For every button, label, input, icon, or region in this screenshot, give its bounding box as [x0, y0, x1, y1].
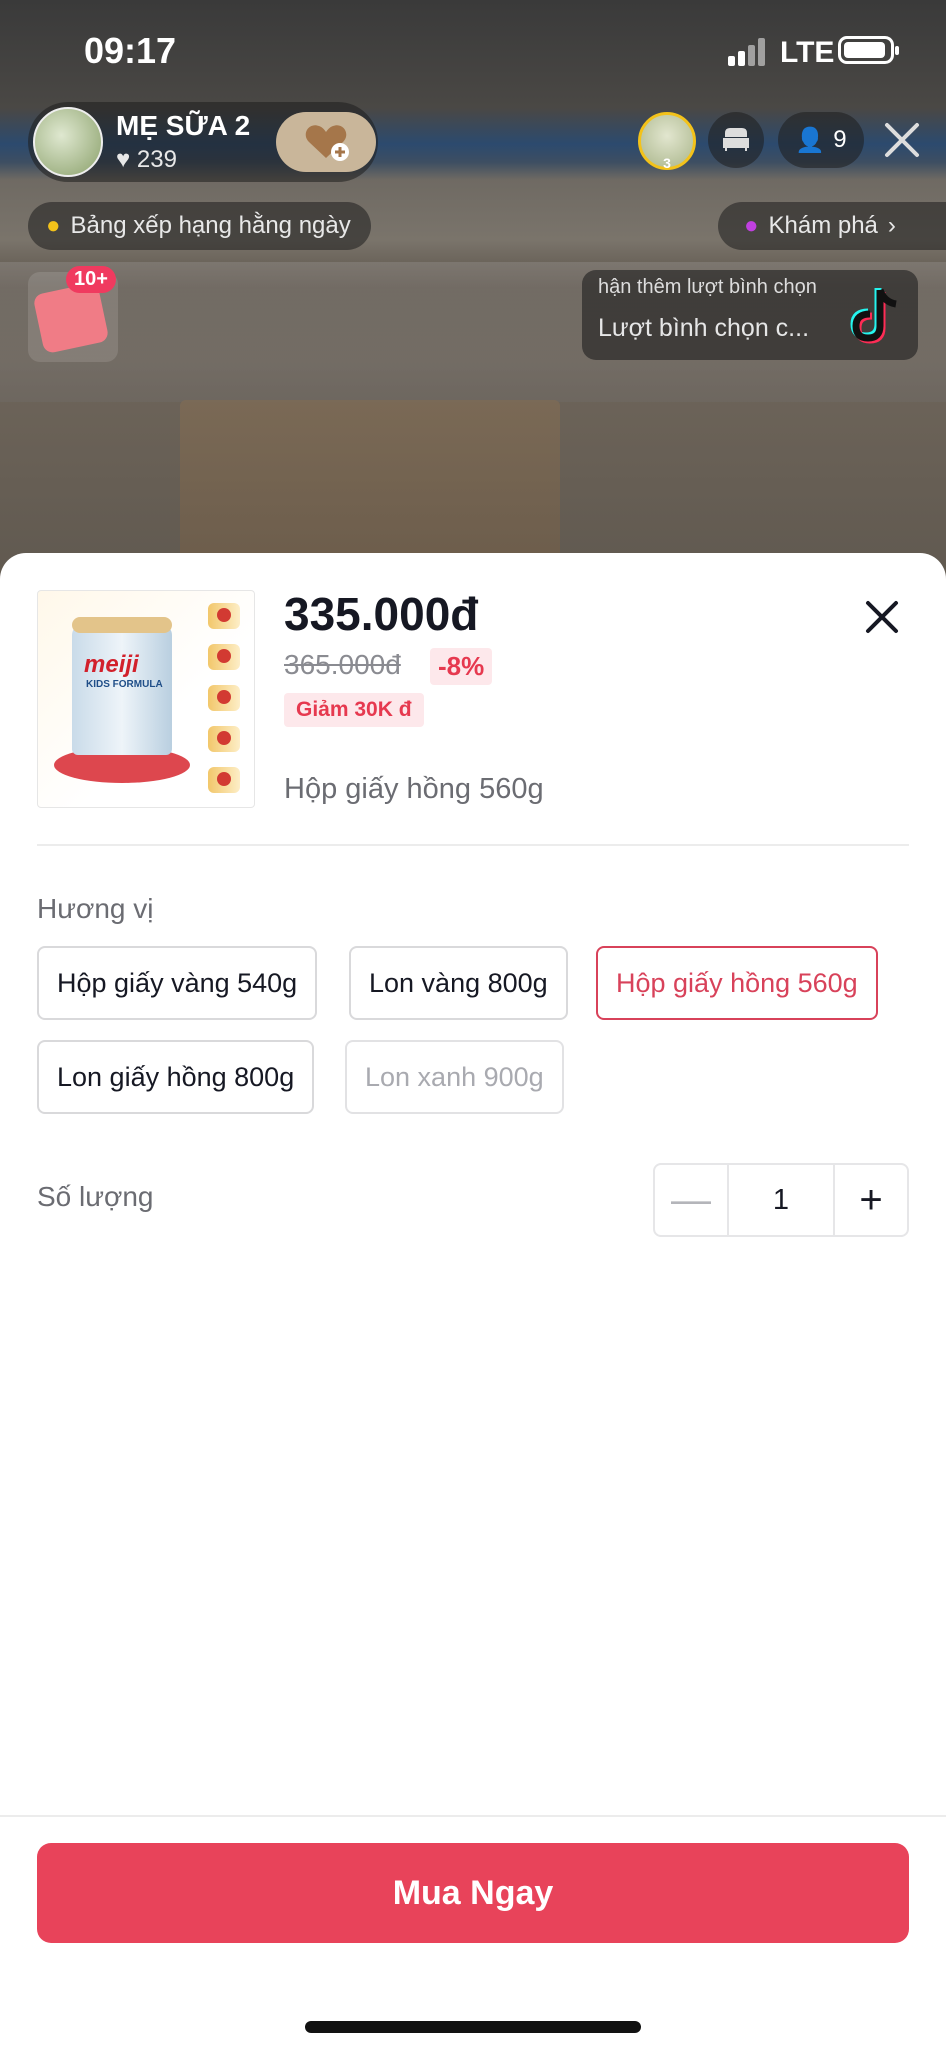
- follow-button[interactable]: [276, 112, 376, 172]
- flavor-option[interactable]: Hộp giấy vàng 540g: [37, 946, 318, 1020]
- flavor-option-selected[interactable]: Hộp giấy hồng 560g: [596, 946, 878, 1020]
- heart-plus-icon: [303, 122, 349, 162]
- buy-now-button[interactable]: Mua Ngay: [37, 1843, 909, 1943]
- flavor-option[interactable]: Lon giấy hồng 800g: [37, 1040, 315, 1114]
- feature-icon: [208, 644, 240, 670]
- feature-icon: [208, 767, 240, 793]
- vote-bottom-text: Lượt bình chọn c...: [598, 314, 810, 342]
- plus-button[interactable]: +: [835, 1165, 907, 1235]
- host-info[interactable]: MẸ SỮA 2 ♥ 239: [28, 102, 378, 182]
- quantity-stepper[interactable]: — 1 +: [653, 1163, 909, 1237]
- explore-pill[interactable]: ● Khám phá ›: [718, 202, 946, 250]
- product-can-lid: [72, 617, 172, 633]
- flavor-option-disabled: Lon xanh 900g: [345, 1040, 564, 1114]
- host-likes: ♥ 239: [116, 146, 177, 174]
- discount-badge: -8%: [430, 648, 493, 685]
- coupon-badge: Giảm 30K đ: [284, 693, 424, 727]
- close-live-icon[interactable]: [878, 112, 926, 168]
- home-indicator: [305, 2021, 641, 2033]
- chevron-right-icon: ›: [887, 212, 896, 239]
- explore-label: Khám phá: [768, 212, 878, 239]
- product-sheet: meiji KIDS FORMULA 335.000đ 365.000đ -8%…: [0, 553, 946, 2048]
- heart-icon: ♥: [116, 146, 131, 173]
- product-brand: meiji: [84, 651, 139, 678]
- close-icon[interactable]: [860, 595, 904, 639]
- quantity-value[interactable]: 1: [727, 1165, 835, 1235]
- flame-icon: ●: [46, 212, 61, 239]
- viewer-count[interactable]: 👤 9: [778, 112, 864, 168]
- original-price: 365.000đ: [284, 649, 401, 680]
- minus-button[interactable]: —: [655, 1165, 727, 1235]
- quantity-label: Số lượng: [37, 1181, 154, 1212]
- daily-ranking-pill[interactable]: ● Bảng xếp hạng hằng ngày: [28, 202, 371, 250]
- vote-card[interactable]: hận thêm lượt bình chọn Lượt bình chọn c…: [582, 270, 918, 360]
- network-type: LTE: [780, 36, 835, 69]
- top-viewer-avatar[interactable]: 3: [638, 112, 696, 171]
- host-name: MẸ SỮA 2: [116, 110, 251, 141]
- person-icon: 👤: [795, 126, 826, 154]
- divider: [37, 844, 909, 846]
- product-image: meiji KIDS FORMULA: [37, 590, 255, 808]
- battery-icon: [838, 36, 899, 64]
- sofa-icon[interactable]: [708, 112, 764, 168]
- flavor-option[interactable]: Lon vàng 800g: [349, 946, 568, 1020]
- planet-icon: ●: [744, 212, 759, 239]
- vote-top-text: hận thêm lượt bình chọn: [598, 276, 817, 298]
- gift-badge: 10+: [66, 266, 116, 293]
- feature-icons: [208, 603, 248, 793]
- daily-ranking-label: Bảng xếp hạng hằng ngày: [70, 212, 351, 239]
- host-likes-count: 239: [136, 146, 177, 173]
- selected-variant: Hộp giấy hồng 560g: [284, 773, 544, 805]
- current-price: 335.000đ: [284, 588, 479, 640]
- feature-icon: [208, 603, 240, 629]
- viewer-rank: 3: [663, 155, 671, 171]
- product-can: [72, 625, 172, 755]
- status-time: 09:17: [84, 30, 177, 71]
- host-avatar[interactable]: [33, 107, 103, 177]
- product-subtitle: KIDS FORMULA: [86, 679, 163, 690]
- status-bar: 09:17 LTE: [0, 0, 946, 100]
- footer-divider: [0, 1815, 946, 1817]
- flavor-label: Hương vị: [37, 893, 154, 924]
- feature-icon: [208, 726, 240, 752]
- gift-box[interactable]: 10+: [28, 266, 118, 362]
- tiktok-logo-icon: [840, 282, 912, 354]
- viewer-count-value: 9: [833, 126, 847, 153]
- signal-icon: [728, 38, 768, 66]
- feature-icon: [208, 685, 240, 711]
